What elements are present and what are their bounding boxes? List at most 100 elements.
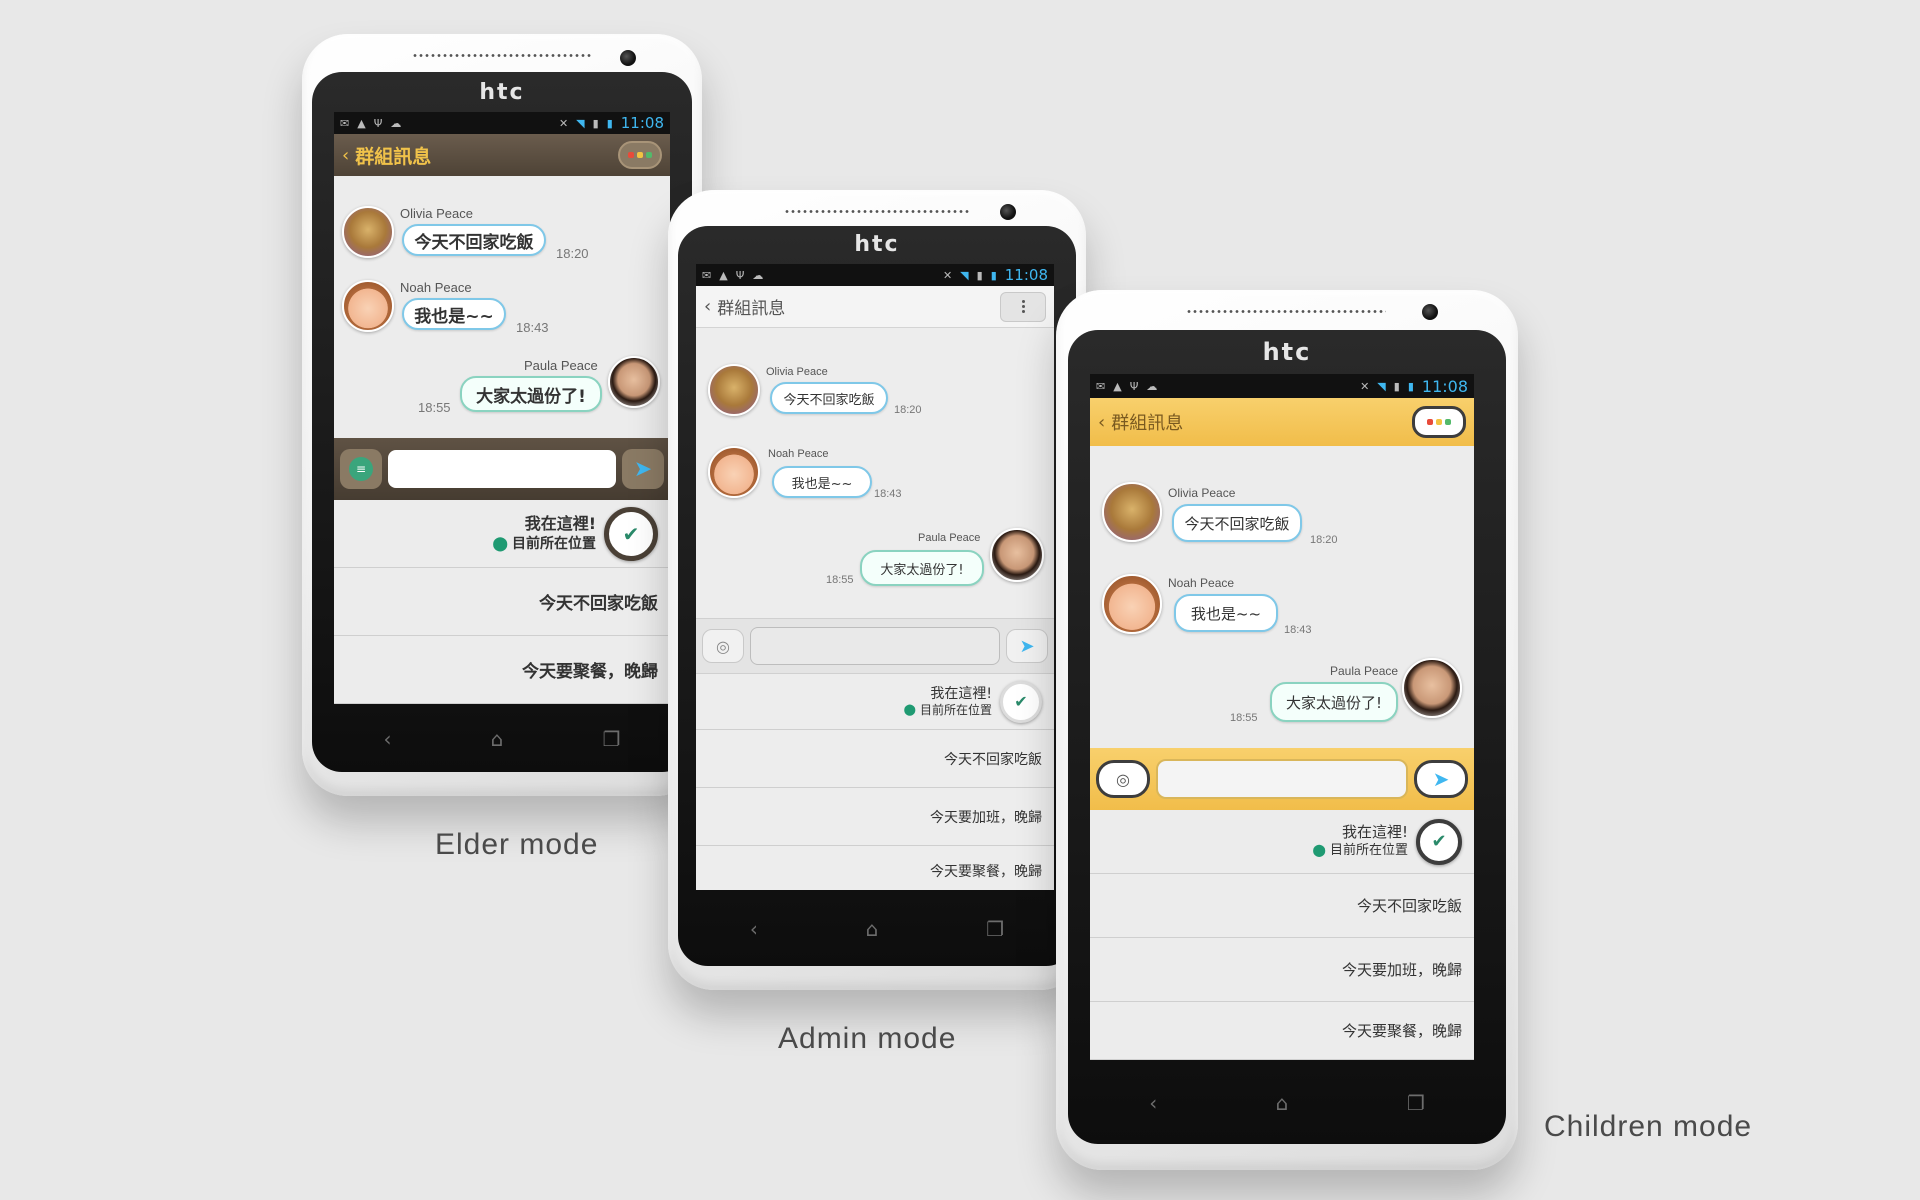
header-title: 群組訊息 [355, 145, 432, 168]
location-button[interactable]: ✔ [604, 506, 658, 561]
status-time: 11:08 [1004, 266, 1048, 284]
home-nav-icon[interactable]: ⌂ [1276, 1091, 1289, 1115]
message-bubble[interactable]: 大家太過份了! [460, 376, 602, 412]
recents-nav-icon[interactable]: ❐ [602, 727, 620, 751]
menu-dot-icon [1021, 300, 1025, 303]
message-bubble[interactable]: 大家太過份了! [860, 550, 984, 586]
quick-reply-item[interactable]: 今天要聚餐，晚歸 [696, 846, 1054, 890]
avatar-olivia[interactable] [342, 206, 394, 258]
message-bubble[interactable]: 我也是~~ [772, 466, 872, 498]
send-button[interactable]: ➤ [1414, 760, 1468, 798]
status-time: 11:08 [1421, 376, 1468, 396]
chevron-left-icon: ‹ [1098, 411, 1106, 433]
caption-elder-mode: Elder mode [435, 828, 599, 861]
quick-reply-list: 我在這裡! ⬤ 目前所在位置 ✔ 今天不回家吃飯 今天要加班，晚歸 今天要聚餐，… [696, 674, 1054, 890]
message-bubble[interactable]: 今天不回家吃飯 [770, 382, 888, 414]
check-pin-icon: ✔ [1431, 831, 1447, 852]
app-header: ‹ 群組訊息 [1090, 398, 1474, 446]
send-arrow-icon: ➤ [1019, 635, 1035, 657]
chat-area: Olivia Peace 今天不回家吃飯 18:20 Noah Peace 我也… [1090, 446, 1474, 748]
share-location-item[interactable]: 我在這裡! ⬤ 目前所在位置 ✔ [1090, 810, 1474, 874]
avatar-paula[interactable] [1402, 658, 1462, 718]
usb-icon: Ψ [1129, 379, 1139, 393]
recents-nav-icon[interactable]: ❐ [986, 917, 1004, 941]
share-location-item[interactable]: 我在這裡! ⬤ 目前所在位置 ✔ [334, 500, 670, 568]
message-time: 18:43 [516, 320, 549, 335]
recents-nav-icon[interactable]: ❐ [1407, 1091, 1425, 1115]
back-button[interactable]: ‹ 群組訊息 [1098, 409, 1183, 435]
avatar-noah[interactable] [708, 446, 760, 498]
send-button[interactable]: ➤ [622, 449, 664, 489]
message-input[interactable] [750, 627, 1000, 665]
avatar-paula[interactable] [990, 528, 1044, 582]
send-arrow-icon: ➤ [633, 456, 653, 482]
mail-icon: ✉ [702, 268, 712, 282]
mail-icon: ✉ [340, 116, 350, 130]
menu-button[interactable] [1000, 291, 1046, 322]
sender-name: Paula Peace [1330, 664, 1399, 678]
message-input[interactable] [1156, 759, 1408, 799]
quick-reply-item[interactable]: 今天要加班，晚歸 [1090, 938, 1474, 1002]
phone-children: htc ✉ ▲ Ψ ☁ ✕ ◥ ▮ ▮ 11:08 ‹ 群組訊息 Olivia … [1056, 290, 1518, 1170]
quick-reply-button[interactable]: ◎ [702, 629, 744, 663]
back-button[interactable]: ‹ 群組訊息 [704, 294, 785, 319]
avatar-paula[interactable] [608, 356, 660, 408]
quick-reply-button[interactable]: ◎ [1096, 760, 1150, 798]
speaker-grille [1186, 308, 1386, 315]
nav-bar: ‹ ⌂ ❐ [696, 892, 1058, 966]
avatar-olivia[interactable] [708, 364, 760, 416]
message-input[interactable] [388, 450, 616, 488]
menu-dot-icon [1427, 419, 1433, 425]
quick-reply-button[interactable]: ≡ [340, 449, 382, 489]
bezel: htc ✉ ▲ Ψ ☁ ✕ ◥ ▮ ▮ 11:08 ‹ 群組訊息 Olivia … [678, 226, 1076, 966]
avatar-noah[interactable] [342, 280, 394, 332]
message-bubble[interactable]: 我也是~~ [1174, 594, 1278, 632]
menu-button[interactable] [1412, 406, 1466, 438]
mail-icon: ✉ [1096, 379, 1106, 393]
message-bubble[interactable]: 今天不回家吃飯 [402, 224, 546, 256]
bezel: htc ✉ ▲ Ψ ☁ ✕ ◥ ▮ ▮ 11:08 ‹ 群組訊息 Olivia … [1068, 330, 1506, 1144]
brand-logo: htc [479, 80, 525, 105]
location-button[interactable]: ✔ [1416, 818, 1462, 865]
back-nav-icon[interactable]: ‹ [750, 917, 758, 941]
quick-reply-item[interactable]: 今天不回家吃飯 [334, 568, 670, 636]
brand-logo: htc [854, 232, 900, 257]
caption-admin-mode: Admin mode [778, 1022, 957, 1055]
quick-reply-item[interactable]: 今天要加班，晚歸 [696, 788, 1054, 846]
warning-icon: ▲ [719, 268, 728, 282]
cloud-icon: ☁ [390, 116, 402, 130]
message-bubble[interactable]: 我也是~~ [402, 298, 506, 330]
location-button[interactable]: ✔ [1000, 680, 1042, 723]
location-title: 我在這裡! [1341, 823, 1408, 842]
menu-dot-icon [646, 152, 652, 158]
status-bar: ✉ ▲ Ψ ☁ ✕ ◥ ▮ ▮ 11:08 [334, 112, 670, 134]
back-nav-icon[interactable]: ‹ [384, 727, 392, 751]
usb-icon: Ψ [735, 268, 745, 282]
app-header: ‹ 群組訊息 [334, 134, 670, 176]
home-nav-icon[interactable]: ⌂ [491, 727, 504, 751]
quick-reply-item[interactable]: 今天要聚餐，晚歸 [334, 636, 670, 704]
message-time: 18:20 [556, 246, 589, 261]
wifi-icon: ◥ [960, 268, 969, 282]
status-bar: ✉ ▲ Ψ ☁ ✕ ◥ ▮ ▮ 11:08 [1090, 374, 1474, 398]
quick-reply-item[interactable]: 今天不回家吃飯 [1090, 874, 1474, 938]
message-bubble[interactable]: 大家太過份了! [1270, 682, 1398, 722]
bezel: htc ✉ ▲ Ψ ☁ ✕ ◥ ▮ ▮ 11:08 ‹ 群組訊息 Olivia … [312, 72, 692, 772]
share-location-item[interactable]: 我在這裡! ⬤ 目前所在位置 ✔ [696, 674, 1054, 730]
sender-name: Olivia Peace [400, 206, 473, 221]
message-time: 18:43 [874, 488, 902, 500]
menu-button[interactable] [618, 141, 662, 169]
status-time: 11:08 [620, 114, 664, 132]
avatar-olivia[interactable] [1102, 482, 1162, 542]
input-bar: ◎ ➤ [696, 618, 1054, 674]
back-nav-icon[interactable]: ‹ [1149, 1091, 1157, 1115]
quick-reply-item[interactable]: 今天不回家吃飯 [696, 730, 1054, 788]
nav-bar: ‹ ⌂ ❐ [334, 706, 670, 772]
quick-reply-item[interactable]: 今天要聚餐，晚歸 [1090, 1002, 1474, 1060]
menu-dot-icon [637, 152, 643, 158]
home-nav-icon[interactable]: ⌂ [866, 917, 879, 941]
back-button[interactable]: ‹ 群組訊息 [342, 142, 431, 169]
avatar-noah[interactable] [1102, 574, 1162, 634]
send-button[interactable]: ➤ [1006, 629, 1048, 663]
message-bubble[interactable]: 今天不回家吃飯 [1172, 504, 1302, 542]
